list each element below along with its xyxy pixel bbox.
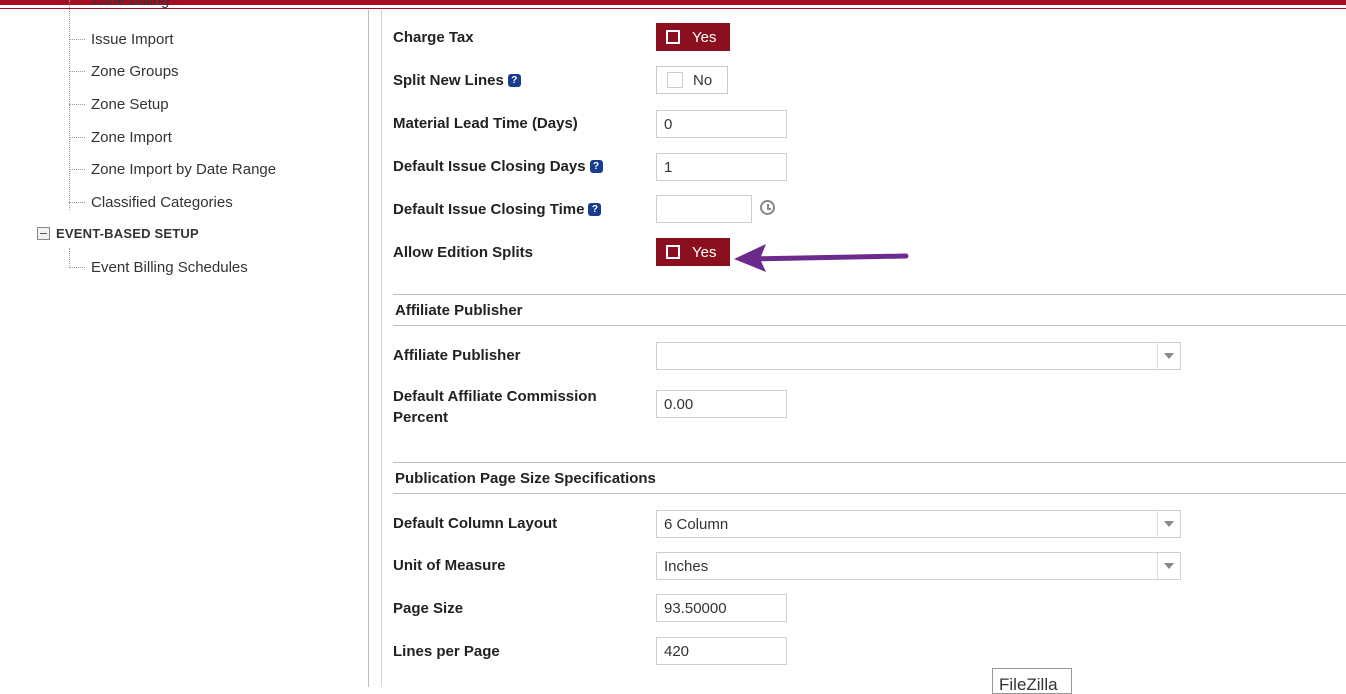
clock-icon[interactable] <box>760 200 775 215</box>
tree-item-classified-categories[interactable]: Classified Categories <box>69 191 233 213</box>
default-affiliate-commission-input[interactable]: 0.00 <box>656 390 787 418</box>
help-icon[interactable]: ? <box>507 74 521 87</box>
affiliate-publisher-select[interactable] <box>656 342 1181 370</box>
default-issue-closing-days-input[interactable]: 1 <box>656 153 787 181</box>
content-border <box>381 10 382 687</box>
default-issue-closing-days-label: Default Issue Closing Days ? <box>393 158 603 175</box>
default-column-layout-select[interactable]: 6 Column <box>656 510 1181 538</box>
tree-item-zone-groups[interactable]: Zone Groups <box>69 60 179 82</box>
affiliate-publisher-label-text: Affiliate Publisher <box>393 347 521 364</box>
unit-of-measure-label-text: Unit of Measure <box>393 557 506 574</box>
lines-per-page-input[interactable]: 420 <box>656 637 787 665</box>
affiliate-publisher-label: Affiliate Publisher <box>393 347 521 364</box>
page-size-input[interactable]: 93.50000 <box>656 594 787 622</box>
charge-tax-value: Yes <box>692 28 717 46</box>
allow-edition-splits-toggle[interactable]: Yes <box>656 238 730 266</box>
tree-item-label: Zone Import by Date Range <box>91 160 277 178</box>
charge-tax-label: Charge Tax <box>393 29 474 46</box>
tree-item-zone-import[interactable]: Zone Import <box>69 126 172 148</box>
tree-connector <box>69 168 85 170</box>
material-lead-time-label-text: Material Lead Time (Days) <box>393 115 578 132</box>
default-issue-closing-time-label: Default Issue Closing Time ? <box>393 201 602 218</box>
checkbox-unchecked-icon <box>667 72 683 88</box>
tree-item-label: Zone Setup <box>91 95 169 113</box>
lines-per-page-label: Lines per Page <box>393 643 500 660</box>
split-new-lines-label: Split New Lines ? <box>393 72 521 89</box>
page-size-section-header: Publication Page Size Specifications <box>393 462 1346 494</box>
default-issue-closing-time-label-text: Default Issue Closing Time <box>393 201 585 218</box>
dropdown-arrow-icon[interactable] <box>1157 343 1180 369</box>
default-affiliate-commission-label: Default Affiliate Commission Percent <box>393 386 597 428</box>
tree-item-event-billing-schedules[interactable]: Event Billing Schedules <box>69 256 248 278</box>
tree-item-label: Classified Categories <box>91 193 233 211</box>
affiliate-publisher-section-header: Affiliate Publisher <box>393 294 1346 326</box>
charge-tax-label-text: Charge Tax <box>393 29 474 46</box>
default-column-layout-label-text: Default Column Layout <box>393 515 558 532</box>
tree-group-event-based-setup[interactable]: EVENT-BASED SETUP <box>37 224 199 242</box>
settings-tree: Zone Billing Issue Import Zone Groups Zo… <box>0 0 368 687</box>
tree-connector <box>69 201 85 203</box>
tree-connector <box>69 136 85 138</box>
dropdown-arrow-icon[interactable] <box>1157 511 1180 537</box>
commission-label-line1: Default Affiliate Commission <box>393 388 597 405</box>
tree-item-cut[interactable]: Zone Billing <box>91 0 169 9</box>
allow-edition-splits-label-text: Allow Edition Splits <box>393 244 533 261</box>
material-lead-time-input[interactable]: 0 <box>656 110 787 138</box>
tree-item-label: Zone Groups <box>91 62 179 80</box>
lines-per-page-label-text: Lines per Page <box>393 643 500 660</box>
pane-splitter[interactable] <box>368 10 369 687</box>
unit-of-measure-value: Inches <box>664 557 709 575</box>
commission-label-line2: Percent <box>393 409 449 426</box>
page-size-label: Page Size <box>393 600 463 617</box>
tree-item-label: Zone Import <box>91 128 172 146</box>
unit-of-measure-label: Unit of Measure <box>393 557 506 574</box>
allow-edition-splits-label: Allow Edition Splits <box>393 244 533 261</box>
charge-tax-toggle[interactable]: Yes <box>656 23 730 51</box>
page-size-label-text: Page Size <box>393 600 464 617</box>
default-issue-closing-days-label-text: Default Issue Closing Days <box>393 158 586 175</box>
tree-connector <box>69 103 85 105</box>
taskbar-tooltip: FileZilla <box>992 668 1072 694</box>
unit-of-measure-select[interactable]: Inches <box>656 552 1181 580</box>
split-new-lines-label-text: Split New Lines <box>393 72 504 89</box>
tree-group-label: EVENT-BASED SETUP <box>56 225 199 241</box>
tree-item-issue-import[interactable]: Issue Import <box>69 28 174 50</box>
default-column-layout-label: Default Column Layout <box>393 515 557 532</box>
split-new-lines-toggle[interactable]: No <box>656 66 728 94</box>
checkbox-checked-icon <box>666 245 680 259</box>
tree-connector <box>69 70 85 72</box>
allow-edition-splits-value: Yes <box>692 243 717 261</box>
tree-item-zone-import-by-date-range[interactable]: Zone Import by Date Range <box>69 158 276 180</box>
default-column-layout-value: 6 Column <box>664 515 729 533</box>
help-icon[interactable]: ? <box>589 160 603 173</box>
collapse-icon[interactable] <box>37 226 50 240</box>
material-lead-time-label: Material Lead Time (Days) <box>393 115 578 132</box>
default-issue-closing-time-input[interactable] <box>656 195 752 223</box>
checkbox-checked-icon <box>666 30 680 44</box>
help-icon[interactable]: ? <box>588 203 602 216</box>
split-new-lines-value: No <box>693 71 713 89</box>
tree-item-label: Issue Import <box>91 30 174 48</box>
tree-item-zone-setup[interactable]: Zone Setup <box>69 93 169 115</box>
tree-item-label: Event Billing Schedules <box>91 258 248 276</box>
dropdown-arrow-icon[interactable] <box>1157 553 1180 579</box>
annotation-arrow-icon <box>734 244 909 272</box>
tree-connector <box>69 38 85 40</box>
tree-connector <box>69 266 85 268</box>
